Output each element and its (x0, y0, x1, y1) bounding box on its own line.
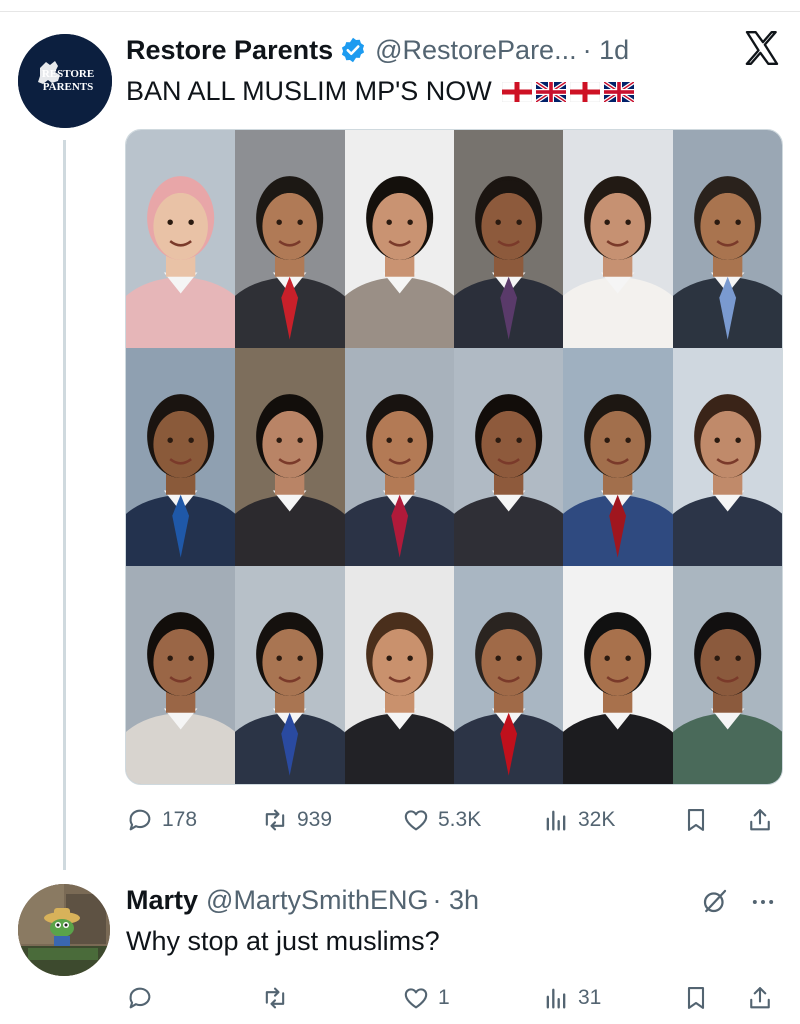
portrait-image (344, 348, 454, 566)
uk-flag-icon (603, 81, 634, 102)
reply-reply-button[interactable] (126, 978, 154, 1018)
repost-icon (265, 809, 285, 831)
portrait-image (235, 130, 345, 348)
top-divider (0, 0, 800, 12)
portrait-image (672, 130, 782, 348)
restore-parents-logo: RESTORE PARENTS (18, 34, 112, 128)
share-icon (750, 987, 770, 1009)
media-photo-13[interactable] (126, 566, 236, 784)
reply-icon (129, 987, 151, 1009)
uk-flag-icon (535, 81, 566, 102)
reply-button[interactable]: 178 (126, 800, 197, 840)
avatar-marty[interactable] (18, 884, 110, 976)
reply-count: 178 (162, 808, 198, 831)
x-logo-icon[interactable] (742, 28, 782, 68)
bookmark-button[interactable] (682, 800, 710, 840)
media-photo-6[interactable] (672, 130, 782, 348)
bookmark-icon (687, 987, 705, 1009)
views-icon (546, 988, 566, 1009)
repost-count: 939 (297, 808, 333, 831)
author-display-name[interactable]: Restore Parents (126, 35, 333, 66)
verified-badge-icon[interactable] (339, 36, 367, 64)
pepe-farmer-avatar (18, 884, 110, 976)
views-count: 32K (578, 808, 616, 831)
share-icon (750, 809, 770, 831)
media-photo-2[interactable] (235, 130, 345, 348)
reply-time[interactable]: · 3h (432, 885, 479, 916)
like-button[interactable]: 5.3K (402, 800, 481, 840)
tweet-time[interactable]: · 1d (583, 35, 630, 66)
reply-views-button[interactable]: 31 (542, 978, 601, 1018)
portrait-image (344, 130, 454, 348)
portrait-image (454, 130, 564, 348)
reply-share-button[interactable] (746, 978, 774, 1018)
portrait-image (126, 348, 236, 566)
grok-icon[interactable] (700, 886, 730, 916)
reply-header: Marty @MartySmithENG · 3h (126, 882, 479, 918)
portrait-image (454, 348, 564, 566)
portrait-image (563, 566, 673, 784)
portrait-image (672, 566, 782, 784)
portrait-image (344, 566, 454, 784)
more-icon[interactable] (748, 888, 778, 916)
media-photo-15[interactable] (344, 566, 454, 784)
portrait-image (454, 566, 564, 784)
repost-button[interactable]: 939 (261, 800, 332, 840)
avatar-text-line2: PARENTS (43, 81, 94, 93)
reply-text: Why stop at just muslims? (126, 926, 440, 956)
media-photo-18[interactable] (672, 566, 782, 784)
tweet-body: BAN ALL MUSLIM MP'S NOW (126, 76, 634, 107)
media-photo-16[interactable] (454, 566, 564, 784)
portrait-image (563, 348, 673, 566)
tweet-header: Restore Parents @RestorePare... · 1d (126, 32, 629, 68)
media-photo-9[interactable] (344, 348, 454, 566)
views-icon (546, 810, 566, 831)
tweet-media-grid[interactable] (125, 129, 783, 785)
reply-author-name[interactable]: Marty (126, 885, 198, 916)
share-button[interactable] (746, 800, 774, 840)
reply-icon (129, 809, 151, 831)
bookmark-icon (687, 809, 705, 831)
media-photo-5[interactable] (563, 130, 673, 348)
reply-views-count: 31 (578, 986, 602, 1009)
media-photo-11[interactable] (563, 348, 673, 566)
views-button[interactable]: 32K (542, 800, 615, 840)
portrait-image (672, 348, 782, 566)
reply-author-handle[interactable]: @MartySmithENG (206, 885, 428, 916)
like-count: 5.3K (438, 808, 482, 831)
media-photo-3[interactable] (344, 130, 454, 348)
media-photo-10[interactable] (454, 348, 564, 566)
portrait-image (235, 348, 345, 566)
reply-action-bar: 1 31 (126, 978, 786, 1018)
flag-emojis (501, 81, 634, 102)
reply-bookmark-button[interactable] (682, 978, 710, 1018)
tweet-action-bar: 178 939 5.3K 32K (126, 800, 786, 840)
like-icon (404, 988, 428, 1009)
portrait-image (235, 566, 345, 784)
like-icon (404, 810, 428, 831)
media-photo-1[interactable] (126, 130, 236, 348)
media-photo-14[interactable] (235, 566, 345, 784)
reply-like-count: 1 (438, 986, 450, 1009)
avatar-text-line1: RESTORE (42, 68, 94, 80)
england-flag-icon (569, 81, 600, 102)
tweet-text: BAN ALL MUSLIM MP'S NOW (126, 76, 492, 106)
media-photo-12[interactable] (672, 348, 782, 566)
avatar-restore-parents[interactable]: RESTORE PARENTS (18, 34, 112, 128)
author-handle[interactable]: @RestorePare... (375, 35, 577, 66)
portrait-image (126, 566, 236, 784)
reply-like-button[interactable]: 1 (402, 978, 450, 1018)
media-photo-7[interactable] (126, 348, 236, 566)
portrait-image (563, 130, 673, 348)
reply-repost-button[interactable] (261, 978, 289, 1018)
thread-connector-line (63, 140, 66, 870)
repost-icon (265, 987, 285, 1009)
portrait-image (126, 130, 236, 348)
media-photo-4[interactable] (454, 130, 564, 348)
media-photo-8[interactable] (235, 348, 345, 566)
england-flag-icon (501, 81, 532, 102)
media-photo-17[interactable] (563, 566, 673, 784)
